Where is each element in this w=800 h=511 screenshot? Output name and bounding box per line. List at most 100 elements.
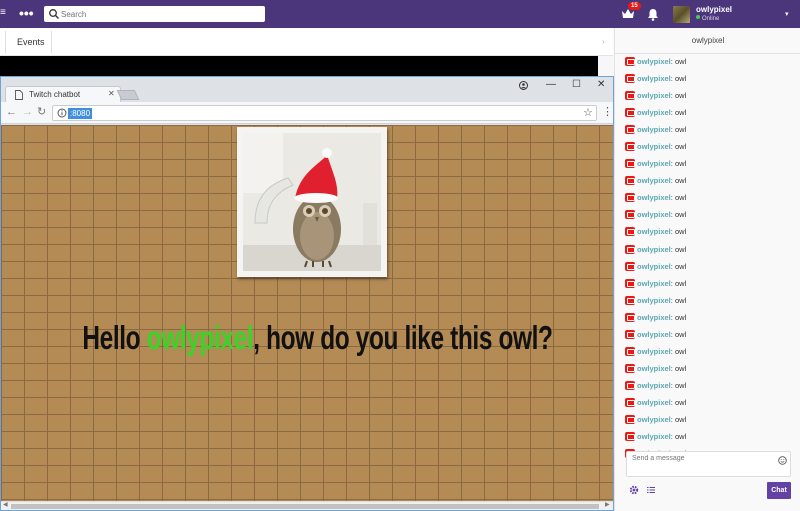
chat-username[interactable]: owlypixel (637, 159, 671, 168)
greeting-text: Hello owlypixel, how do you like this ow… (82, 319, 553, 357)
moderator-badge-icon[interactable] (625, 312, 635, 322)
events-tab[interactable]: Events (17, 37, 45, 47)
chat-username[interactable]: owlypixel (637, 330, 671, 339)
chat-message: owlypixel: owl (625, 295, 795, 313)
close-icon[interactable]: ✕ (108, 89, 115, 98)
moderator-badge-icon[interactable] (625, 363, 635, 373)
chat-message: owlypixel: owl (625, 108, 795, 125)
account-icon[interactable] (519, 81, 528, 90)
chat-username[interactable]: owlypixel (637, 57, 671, 66)
star-icon[interactable]: ☆ (583, 106, 593, 119)
chat-username[interactable]: owlypixel (637, 347, 671, 356)
chat-username[interactable]: owlypixel (637, 108, 671, 117)
search-box[interactable] (44, 6, 265, 22)
moderator-badge-icon[interactable] (625, 278, 635, 288)
moderator-badge-icon[interactable] (625, 159, 635, 169)
chat-username[interactable]: owlypixel (637, 279, 671, 288)
chat-text: owl (674, 159, 687, 169)
new-tab-button[interactable] (116, 90, 140, 100)
moderator-badge-icon[interactable] (625, 125, 635, 135)
moderator-badge-icon[interactable] (625, 346, 635, 356)
chat-username[interactable]: owlypixel (637, 415, 671, 424)
chat-text: owl (674, 74, 687, 84)
avatar[interactable] (673, 6, 690, 23)
moderator-badge-icon[interactable] (625, 261, 635, 271)
moderator-badge-icon[interactable] (625, 74, 635, 84)
send-chat-button[interactable]: Chat (767, 482, 791, 499)
chat-text: owl (674, 91, 687, 101)
chat-username[interactable]: owlypixel (637, 313, 671, 322)
menu-icon[interactable]: ≡ (0, 7, 6, 21)
moderator-badge-icon[interactable] (625, 227, 635, 237)
chat-username[interactable]: owlypixel (637, 142, 671, 151)
more-icon[interactable]: ••• (19, 5, 34, 21)
chat-username[interactable]: owlypixel (637, 381, 671, 390)
moderator-badge-icon[interactable] (625, 210, 635, 220)
chat-username[interactable]: owlypixel (637, 262, 671, 271)
moderator-badge-icon[interactable] (625, 397, 635, 407)
moderator-badge-icon[interactable] (625, 329, 635, 339)
chat-username[interactable]: owlypixel (637, 176, 671, 185)
chat-username[interactable]: owlypixel (637, 364, 671, 373)
chat-username[interactable]: owlypixel (637, 398, 671, 407)
chat-message: owlypixel: owl (625, 142, 795, 159)
message-box[interactable] (626, 451, 791, 477)
chat-message: owlypixel: owl (625, 210, 795, 227)
chat-input[interactable] (632, 455, 772, 473)
window-close-icon[interactable]: ✕ (597, 79, 605, 90)
moderator-badge-icon[interactable] (625, 295, 635, 305)
search-input[interactable] (61, 6, 261, 22)
moderator-badge-icon[interactable] (625, 244, 635, 254)
dropdown-caret-icon[interactable]: ▾ (785, 10, 789, 18)
divider (51, 31, 52, 53)
strip-gap (598, 56, 613, 76)
address-bar[interactable]: :8080 ☆ (52, 105, 597, 121)
chat-username[interactable]: owlypixel (637, 125, 671, 134)
chat-message: owlypixel: owl (625, 125, 795, 142)
chat-username[interactable]: owlypixel (637, 227, 671, 236)
reload-icon[interactable]: ↻ (37, 105, 46, 118)
chat-message: owlypixel: owl (625, 397, 795, 415)
moderator-badge-icon[interactable] (625, 57, 635, 66)
moderator-badge-icon[interactable] (625, 91, 635, 101)
moderator-badge-icon[interactable] (625, 193, 635, 203)
kebab-icon[interactable]: ⋮ (602, 105, 613, 118)
chat-username[interactable]: owlypixel (637, 245, 671, 254)
moderator-badge-icon[interactable] (625, 176, 635, 186)
moderator-badge-icon[interactable] (625, 432, 635, 442)
chat-username[interactable]: owlypixel (637, 210, 671, 219)
chat-username[interactable]: owlypixel (637, 91, 671, 100)
moderator-badge-icon[interactable] (625, 414, 635, 424)
info-icon[interactable] (57, 108, 67, 118)
emoji-icon[interactable] (778, 456, 787, 465)
maximize-icon[interactable]: ☐ (572, 79, 581, 90)
minimize-icon[interactable]: — (546, 79, 556, 90)
chat-text: owl (674, 210, 687, 220)
chat-message: owlypixel: owl (625, 74, 795, 91)
url-text[interactable]: :8080 (68, 108, 93, 119)
moderator-badge-icon[interactable] (625, 108, 635, 118)
gear-icon[interactable] (629, 485, 639, 495)
chat-header: owlypixel (615, 28, 800, 54)
chat-message: owlypixel: owl (625, 227, 795, 244)
moderator-badge-icon[interactable] (625, 380, 635, 390)
chat-text: owl (674, 363, 687, 373)
list-icon[interactable] (647, 486, 655, 494)
chat-message-list: owlypixel: owl owlypixel: owl owlypixel: o… (625, 57, 795, 466)
scroll-right-icon[interactable]: ▶ (605, 501, 610, 508)
browser-tab[interactable]: Twitch chatbot ✕ (5, 86, 121, 102)
chat-username[interactable]: owlypixel (637, 296, 671, 305)
chat-username[interactable]: owlypixel (637, 74, 671, 83)
chat-username[interactable]: owlypixel (637, 193, 671, 202)
user-name[interactable]: owlypixel (696, 5, 732, 14)
forward-icon[interactable]: → (22, 106, 33, 118)
back-icon[interactable]: ← (6, 106, 17, 118)
chat-username[interactable]: owlypixel (637, 432, 671, 441)
scroll-left-icon[interactable]: ◀ (3, 501, 8, 508)
chevron-right-icon[interactable]: › (602, 37, 605, 46)
bell-icon[interactable] (647, 8, 659, 21)
horizontal-scrollbar[interactable]: ◀ ▶ (1, 501, 613, 510)
scrollbar-thumb[interactable] (11, 504, 599, 509)
video-strip (0, 56, 598, 76)
moderator-badge-icon[interactable] (625, 142, 635, 152)
